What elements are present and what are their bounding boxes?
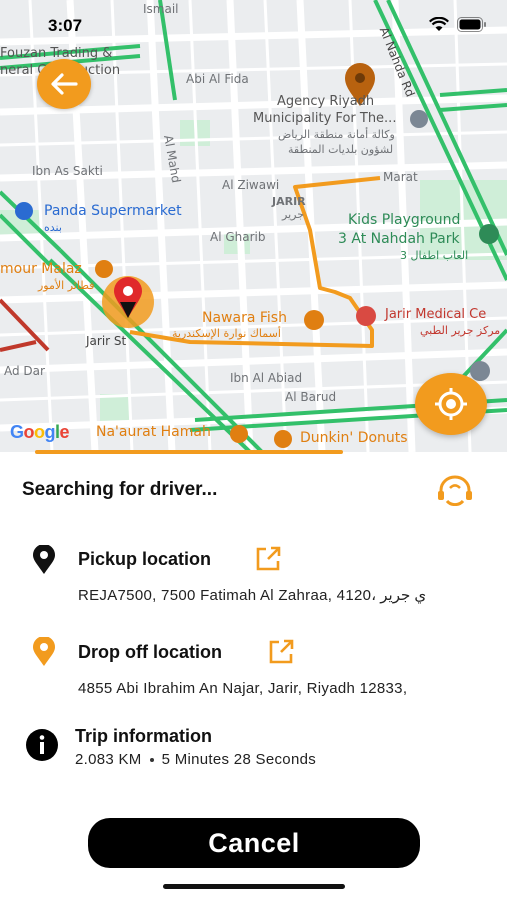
crosshair-icon: [435, 388, 467, 420]
map-label-kids-2: 3 At Nahdah Park: [338, 231, 460, 247]
cancel-button-label: Cancel: [208, 827, 300, 858]
status-bar: 3:07: [0, 0, 507, 48]
map-label-agency-1: Agency Riyadh: [277, 94, 375, 109]
trip-distance: 2.083 KM: [75, 751, 142, 768]
map-label-agency-2: Municipality For The...: [253, 111, 397, 126]
headset-icon: [438, 475, 472, 507]
support-button[interactable]: [436, 474, 474, 507]
pickup-pin-icon: [33, 545, 55, 574]
map-label-jarir-medical-ar: مركز جرير الطبي: [420, 324, 501, 337]
wifi-icon: [429, 17, 449, 31]
info-icon: [26, 729, 58, 761]
map-label-agency-ar-1: وكالة أمانة منطقة الرياض: [278, 128, 395, 141]
map-label-naaurat-hamah: Na'aurat Hamah: [96, 424, 211, 440]
map-label-panda: Panda Supermarket: [44, 203, 182, 219]
status-time: 3:07: [48, 16, 83, 35]
arrow-left-icon: [51, 73, 78, 95]
dropoff-open-external-icon[interactable]: [268, 639, 294, 665]
trip-meta: 2.083 KM 5 Minutes 28 Seconds: [75, 751, 316, 768]
pickup-title: Pickup location: [78, 549, 212, 569]
map-label-mour-malaz-ar: فطائر الأمور: [38, 279, 95, 292]
map-label-jarir-medical: Jarir Medical Ce: [385, 307, 487, 322]
battery-icon: [457, 17, 486, 32]
map-label-abi-al-fida: Abi Al Fida: [186, 72, 249, 86]
dropoff-title: Drop off location: [78, 642, 222, 662]
back-button[interactable]: [37, 59, 91, 109]
map-label-al-ziwawi: Al Ziwawi: [222, 178, 280, 192]
map-label-nawara-fish: Nawara Fish: [202, 310, 287, 326]
map-label-ibn-al-abiad: Ibn Al Abiad: [230, 371, 303, 385]
google-logo: Google: [10, 422, 70, 442]
map-label-jarir-ar: جرير: [282, 208, 304, 221]
dropoff-pin-icon: [33, 637, 55, 666]
map-label-agency-ar-2: لشؤون بلديات المنطقة: [288, 143, 394, 156]
map-label-ibn-as-sakti: Ibn As Sakti: [32, 164, 103, 178]
map-label-al-gharib: Al Gharib: [210, 230, 266, 244]
map-label-marat: Marat: [383, 170, 418, 184]
status-icons: [429, 17, 487, 32]
map-label-jarir-st: Jarir St: [86, 334, 127, 348]
searching-title: Searching for driver...: [22, 479, 218, 500]
map-label-jarir-en: JARIR: [272, 195, 306, 208]
map-label-al-barud: Al Barud: [285, 390, 337, 404]
map-label-fouzan: Fouzan Trading &: [0, 46, 113, 61]
map-label-kids-ar: العاب اطفال 3: [400, 249, 469, 262]
map-label-nawara-ar: أسماك نوارة الإسكندرية: [172, 327, 281, 340]
pickup-address: REJA7500, 7500 Fatimah Al Zahraa, 4120، …: [78, 587, 427, 604]
map-view[interactable]: Ismail Fouzan Trading & neral Constructi…: [0, 0, 507, 452]
map-label-mour-malaz: mour Malaz: [0, 261, 82, 277]
trip-duration: 5 Minutes 28 Seconds: [161, 751, 317, 768]
cancel-button[interactable]: Cancel: [88, 818, 420, 868]
dropoff-address: 4855 Abi Ibrahim An Najar, Jarir, Riyadh…: [78, 680, 408, 697]
home-indicator: [163, 884, 345, 889]
trip-info-title: Trip information: [75, 726, 212, 746]
map-label-dunkin: Dunkin' Donuts: [300, 430, 408, 446]
my-location-button[interactable]: [415, 373, 487, 435]
separator-dot: [149, 757, 154, 762]
map-label-kids-1: Kids Playground: [348, 212, 461, 228]
search-progress-bar: [35, 450, 343, 454]
map-label-panda-ar: بنده: [44, 221, 62, 234]
pickup-open-external-icon[interactable]: [255, 546, 281, 572]
map-label-ad-dar: Ad Dar: [4, 364, 45, 378]
